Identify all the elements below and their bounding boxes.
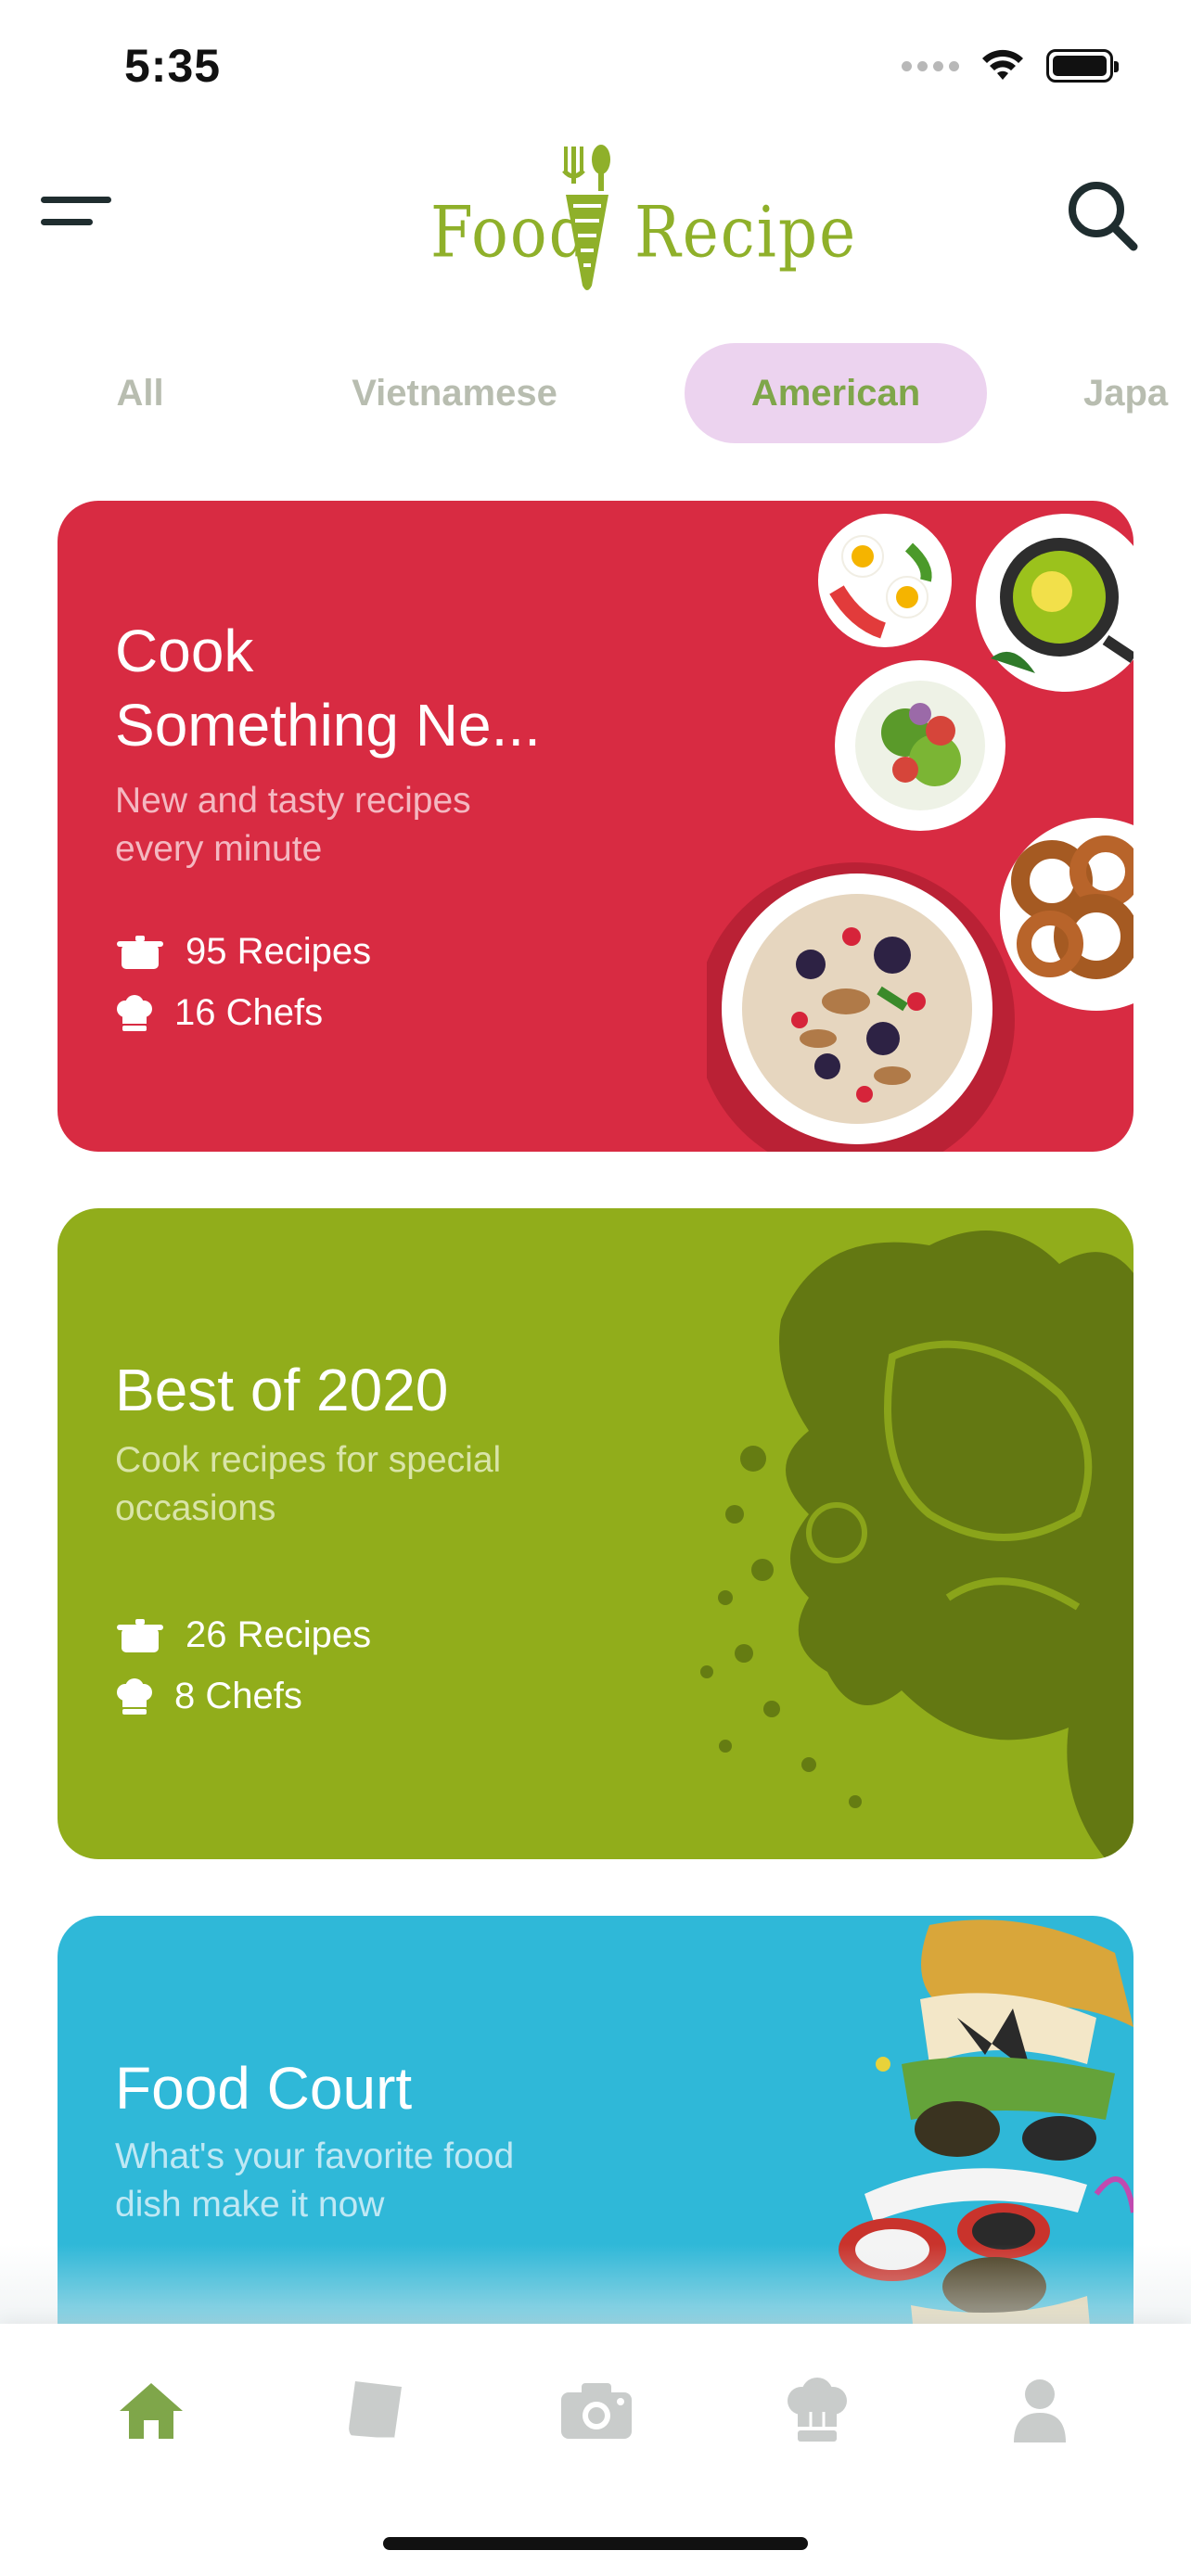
collection-card-cook-something-new[interactable]: Cook Something Ne... New and tasty recip… [58, 501, 1133, 1152]
recipes-stat: 95 Recipes [115, 931, 371, 973]
recipes-stat: 26 Recipes [115, 1614, 371, 1656]
status-bar: 5:35 [0, 0, 1191, 130]
nav-home[interactable] [109, 2368, 193, 2452]
chef-hat-icon [788, 2378, 847, 2442]
profile-icon [1014, 2379, 1066, 2442]
card-subtitle: Cook recipes for special occasions [115, 1440, 502, 1528]
splash-chef-illustration [700, 1231, 1133, 1859]
recipe-book-icon [346, 2381, 402, 2441]
tab-japanese[interactable]: Japa [1083, 343, 1191, 443]
chefs-count: 16 Chefs [174, 992, 324, 1033]
camera-icon [561, 2383, 632, 2439]
chef-hat-icon [117, 994, 152, 1031]
collection-card-best-of-2020[interactable]: Best of 2020 Cook recipes for special oc… [58, 1208, 1133, 1859]
home-indicator [383, 2537, 808, 2550]
logo-word-recipe: Recipe [634, 191, 858, 274]
scroll-fade [0, 2244, 1191, 2327]
nav-profile[interactable] [998, 2368, 1082, 2452]
status-icons [902, 48, 1119, 83]
card-subtitle: New and tasty recipes every minute [115, 781, 471, 869]
signal-icon [902, 60, 959, 71]
menu-icon[interactable] [41, 189, 117, 241]
wifi-icon [982, 49, 1023, 80]
card-title: Cook Something Ne... [115, 618, 541, 759]
card-subtitle: What's your favorite food dish make it n… [115, 2136, 515, 2225]
chefs-stat: 8 Chefs [115, 1676, 302, 1717]
recipes-count: 95 Recipes [186, 931, 372, 972]
battery-icon [1046, 49, 1119, 83]
cooking-pot-icon [117, 1618, 163, 1652]
dishes-illustration [707, 514, 1133, 1152]
chefs-stat: 16 Chefs [115, 992, 323, 1034]
card-title: Food Court [115, 2055, 413, 2122]
tab-all[interactable]: All [74, 343, 206, 443]
carrot-utensils-icon [562, 145, 610, 290]
chef-hat-icon [117, 1677, 152, 1715]
category-tabs: All Vietnamese American Japa [0, 343, 1191, 445]
chefs-count: 8 Chefs [174, 1676, 302, 1716]
header: Food Recipe [0, 130, 1191, 325]
recipes-count: 26 Recipes [186, 1614, 372, 1655]
search-icon[interactable] [1061, 174, 1143, 256]
home-icon [120, 2383, 183, 2439]
cooking-pot-icon [117, 935, 163, 969]
tab-american[interactable]: American [685, 343, 987, 443]
status-time: 5:35 [124, 40, 222, 92]
nav-chefs[interactable] [775, 2368, 859, 2452]
tab-vietnamese[interactable]: Vietnamese [315, 343, 594, 443]
card-title: Best of 2020 [115, 1357, 449, 1423]
nav-recipes[interactable] [332, 2368, 416, 2452]
nav-camera[interactable] [555, 2368, 638, 2452]
app-logo: Food Recipe [427, 139, 855, 297]
